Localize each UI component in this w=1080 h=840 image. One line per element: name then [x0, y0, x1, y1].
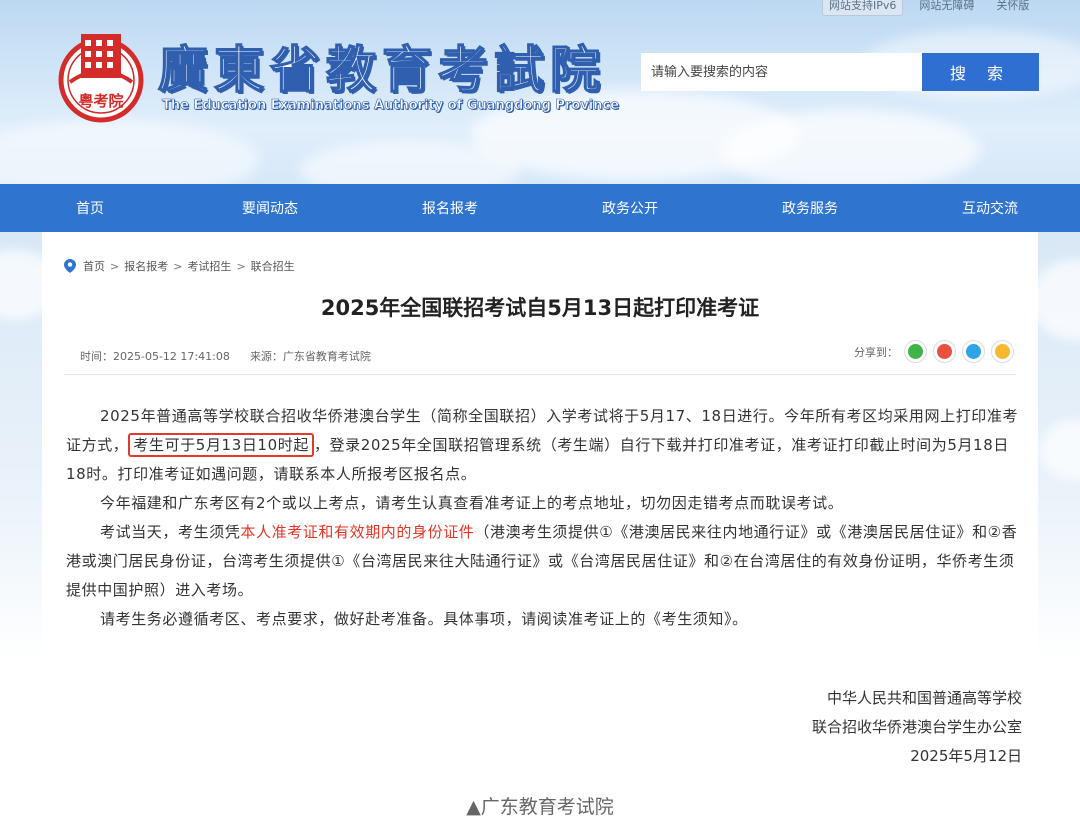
- breadcrumb-separator: >: [236, 259, 246, 273]
- breadcrumb-separator: >: [173, 259, 183, 273]
- publish-time: 时间：2025-05-12 17:41:08: [80, 350, 230, 363]
- site-title: 廣東省教育考試院: [157, 39, 606, 100]
- signature-date: 2025年5月12日: [910, 747, 1022, 765]
- cloud-decoration: [0, 120, 260, 184]
- article-meta: 时间：2025-05-12 17:41:08 来源：广东省教育考试院: [80, 348, 371, 364]
- nav-item-registration[interactable]: 报名报考: [360, 184, 540, 232]
- care-mode-link[interactable]: 关怀版: [990, 0, 1035, 15]
- nav-item-news[interactable]: 要闻动态: [180, 184, 360, 232]
- article-panel: 首页 > 报名报考 > 考试招生 > 联合招生 2025年全国联招考试自5月13…: [42, 232, 1038, 792]
- nav-item-home[interactable]: 首页: [0, 184, 180, 232]
- share-label: 分享到：: [854, 345, 898, 359]
- breadcrumb-exam-enrollment[interactable]: 考试招生: [187, 258, 231, 274]
- paragraph-3: 考试当天，考生须凭本人准考证和有效期内的身份证件（港澳考生须提供①《港澳居民来往…: [66, 523, 1018, 599]
- nav-item-government-affairs[interactable]: 政务公开: [540, 184, 720, 232]
- highlighted-print-start-time: 考生可于5月13日10时起: [128, 433, 314, 457]
- required-documents-highlight: 本人准考证和有效期内的身份证件: [240, 523, 475, 541]
- article-title: 2025年全国联招考试自5月13日起打印准考证: [320, 296, 760, 320]
- location-pin-icon: [64, 259, 76, 273]
- svg-text:粤考院: 粤考院: [78, 92, 123, 110]
- site-header: 网站支持IPv6 网站无障碍 关怀版 粤考院 廣東省教育考試院 The Educ…: [0, 0, 1080, 184]
- signature-block: 中华人民共和国普通高等学校 联合招收华侨港澳台学生办公室 2025年5月12日: [812, 684, 1022, 771]
- breadcrumb-separator: >: [110, 259, 120, 273]
- accessibility-link[interactable]: 网站无障碍: [913, 0, 980, 15]
- ipv6-link[interactable]: 网站支持IPv6: [822, 0, 904, 16]
- nav-item-interaction[interactable]: 互动交流: [900, 184, 1080, 232]
- wechat-icon[interactable]: [904, 340, 927, 363]
- search-button[interactable]: 搜 索: [922, 53, 1039, 91]
- cloud-decoration: [720, 110, 980, 184]
- breadcrumb: 首页 > 报名报考 > 考试招生 > 联合招生: [64, 258, 295, 274]
- site-seal-logo[interactable]: 粤考院: [58, 30, 144, 124]
- qq-icon[interactable]: [962, 340, 985, 363]
- nav-item-government-services[interactable]: 政务服务: [720, 184, 900, 232]
- breadcrumb-joint-enrollment[interactable]: 联合招生: [251, 258, 295, 274]
- site-subtitle: The Education Examinations Authority of …: [162, 98, 620, 114]
- meta-divider: [64, 374, 1016, 375]
- breadcrumb-home[interactable]: 首页: [83, 258, 105, 274]
- signature-org-line-1: 中华人民共和国普通高等学校: [826, 689, 1022, 707]
- paragraph-4: 请考生务必遵循考区、考点要求，做好赴考准备。具体事项，请阅读准考证上的《考生须知…: [100, 610, 748, 628]
- top-links: 网站支持IPv6 网站无障碍 关怀版: [822, 0, 1035, 16]
- article-body: 2025年普通高等学校联合招收华侨港澳台学生（简称全国联招）入学考试将于5月17…: [66, 402, 1024, 634]
- paragraph-1: 2025年普通高等学校联合招收华侨港澳台学生（简称全国联招）入学考试将于5月17…: [66, 407, 1019, 483]
- breadcrumb-registration[interactable]: 报名报考: [124, 258, 168, 274]
- signature-org-line-2: 联合招收华侨港澳台学生办公室: [811, 718, 1022, 736]
- main-nav: 首页 要闻动态 报名报考 政务公开 政务服务 互动交流: [0, 184, 1080, 232]
- qzone-icon[interactable]: [991, 340, 1014, 363]
- article-source: 来源：广东省教育考试院: [249, 350, 371, 363]
- share-bar: 分享到：: [854, 340, 1014, 363]
- image-caption: ▲广东教育考试院: [466, 796, 614, 818]
- weibo-icon[interactable]: [933, 340, 956, 363]
- paragraph-2: 今年福建和广东考区有2个或以上考点，请考生认真查看准考证上的考点地址，切勿因走错…: [100, 494, 844, 512]
- search-input[interactable]: [641, 53, 922, 91]
